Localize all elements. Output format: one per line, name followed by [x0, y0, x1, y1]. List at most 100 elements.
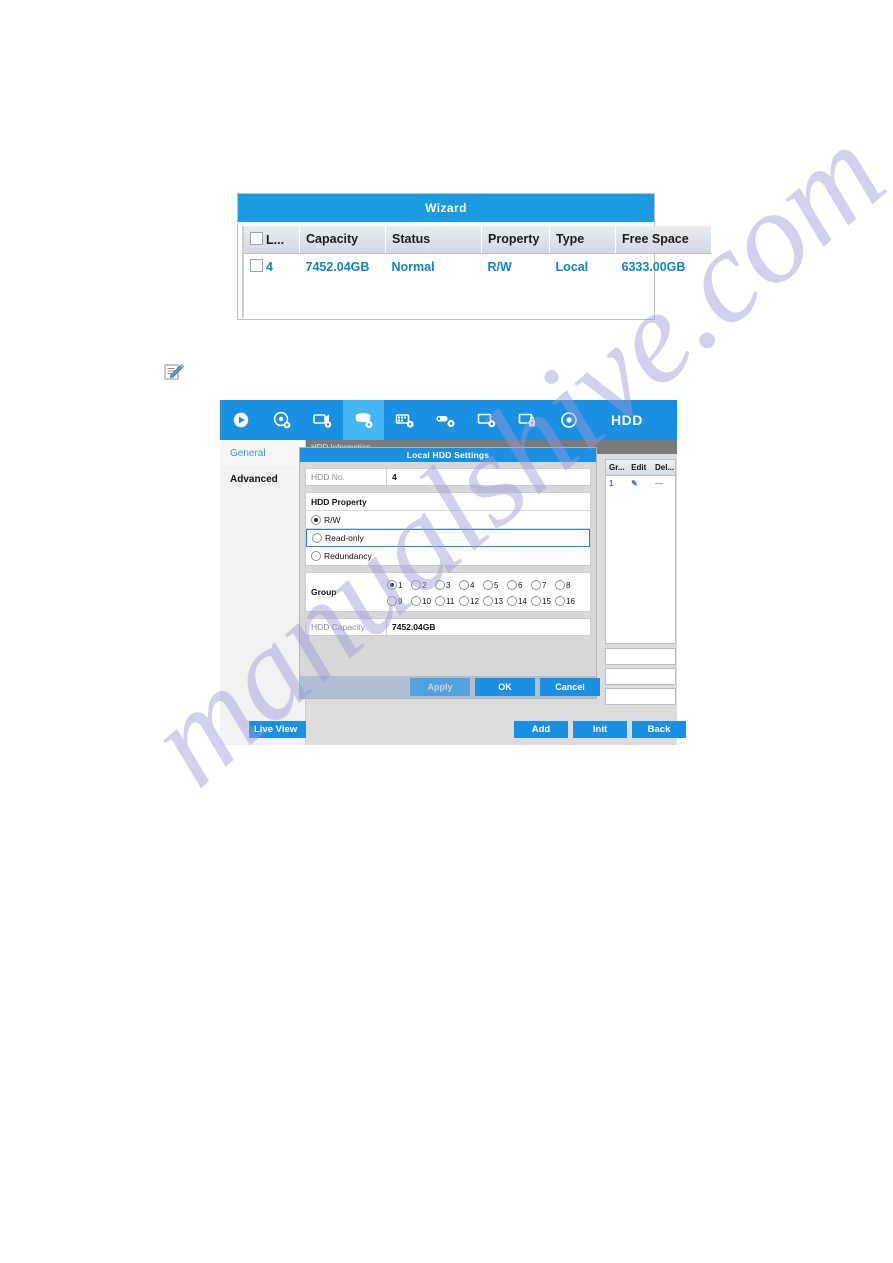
column-header-status: Status — [385, 226, 482, 254]
record-settings-icon[interactable] — [384, 400, 425, 440]
radio-label: Redundancy — [324, 551, 372, 561]
group-radio-15[interactable]: 15 — [531, 596, 555, 606]
group-radio-3[interactable]: 3 — [435, 580, 459, 590]
group-radio-8[interactable]: 8 — [555, 580, 579, 590]
group-radio-label: 16 — [566, 596, 575, 606]
radio-indicator[interactable] — [459, 596, 469, 606]
group-radio-2[interactable]: 2 — [411, 580, 435, 590]
ok-button[interactable]: OK — [475, 678, 535, 696]
column-header-type: Type — [549, 226, 616, 254]
add-button[interactable]: Add — [514, 721, 568, 738]
group-radio-5[interactable]: 5 — [483, 580, 507, 590]
radio-indicator[interactable] — [459, 580, 469, 590]
group-radio-label: 3 — [446, 580, 451, 590]
select-all-checkbox[interactable] — [250, 231, 263, 245]
radio-indicator[interactable] — [555, 596, 565, 606]
camera-settings-icon[interactable] — [302, 400, 343, 440]
init-button[interactable]: Init — [573, 721, 627, 738]
cell-group: 1 — [609, 478, 614, 488]
group-radio-13[interactable]: 13 — [483, 596, 507, 606]
top-navigation-bar: HDD — [220, 400, 677, 440]
system-settings-icon[interactable] — [507, 400, 548, 440]
column-header-text: L... — [266, 232, 285, 247]
hdd-settings-window: HDD General Advanced Live View HDD Infor… — [220, 400, 686, 745]
radio-indicator[interactable] — [507, 580, 517, 590]
dialog-body: HDD No. 4 HDD Property R/W Read-only Red… — [300, 462, 596, 636]
radio-indicator[interactable] — [483, 596, 493, 606]
row-checkbox[interactable] — [250, 259, 263, 272]
radio-option-read-only[interactable]: Read-only — [306, 529, 590, 547]
delete-icon[interactable]: — — [652, 479, 675, 488]
wizard-hdd-table: L... Capacity Status Property Type Free … — [244, 226, 712, 279]
radio-indicator[interactable] — [531, 580, 541, 590]
radio-indicator[interactable] — [311, 551, 321, 561]
hdd-settings-icon[interactable] — [343, 400, 384, 440]
group-radio-label: 7 — [542, 580, 547, 590]
group-radio-label: 13 — [494, 596, 503, 606]
radio-option-redundancy[interactable]: Redundancy — [306, 547, 590, 565]
radio-indicator[interactable] — [435, 580, 445, 590]
group-radio-label: 14 — [518, 596, 527, 606]
group-radio-9[interactable]: 9 — [387, 596, 411, 606]
group-radio-11[interactable]: 11 — [435, 596, 459, 606]
group-radio-1[interactable]: 1 — [387, 580, 411, 590]
radio-indicator[interactable] — [507, 596, 517, 606]
group-radio-4[interactable]: 4 — [459, 580, 483, 590]
dialog-title: Local HDD Settings — [300, 448, 596, 462]
radio-indicator[interactable] — [387, 580, 397, 590]
hdd-capacity-field: HDD Capacity 7452.04GB — [305, 618, 591, 636]
edit-pencil-icon[interactable]: ✎ — [628, 479, 652, 488]
radio-indicator[interactable] — [387, 596, 397, 606]
column-header-group: Gr... — [609, 463, 625, 472]
wizard-window: Wizard L... Capacity Status Property Typ… — [237, 193, 712, 320]
table-row[interactable]: 4 7452.04GB Normal R/W Local 6333.00GB — [244, 254, 712, 280]
group-radio-row-1: 1 2 3 4 5 6 7 8 — [387, 577, 590, 593]
export-icon[interactable] — [261, 400, 302, 440]
column-header-delete: Del... — [655, 463, 675, 472]
radio-option-rw[interactable]: R/W — [306, 511, 590, 529]
cell-type: Local — [555, 259, 589, 274]
group-radio-label: 4 — [470, 580, 475, 590]
network-settings-icon[interactable] — [466, 400, 507, 440]
menu-item-advanced[interactable]: Advanced — [220, 466, 305, 492]
group-radio-7[interactable]: 7 — [531, 580, 555, 590]
apply-button[interactable]: Apply — [410, 678, 470, 696]
alarm-settings-icon[interactable] — [425, 400, 466, 440]
radio-indicator[interactable] — [411, 580, 421, 590]
radio-indicator[interactable] — [435, 596, 445, 606]
content-row-box — [605, 688, 676, 705]
menu-item-general[interactable]: General — [220, 440, 305, 466]
cancel-button[interactable]: Cancel — [540, 678, 600, 696]
column-header-label: L... — [244, 226, 300, 254]
group-radio-label: 9 — [398, 596, 403, 606]
cell-capacity: 7452.04GB — [305, 259, 370, 274]
column-header-property: Property — [481, 226, 550, 254]
radio-indicator[interactable] — [531, 596, 541, 606]
column-header-capacity: Capacity — [299, 226, 386, 254]
radio-indicator[interactable] — [411, 596, 421, 606]
maintenance-icon[interactable] — [548, 400, 589, 440]
playback-icon[interactable] — [220, 400, 261, 440]
radio-label: Read-only — [325, 533, 364, 543]
hdd-no-value: 4 — [392, 472, 397, 482]
hdd-no-field: HDD No. 4 — [305, 468, 591, 486]
radio-indicator[interactable] — [483, 580, 493, 590]
column-header-edit: Edit — [631, 463, 647, 472]
radio-indicator[interactable] — [555, 580, 565, 590]
group-radio-label: 15 — [542, 596, 551, 606]
group-radio-14[interactable]: 14 — [507, 596, 531, 606]
content-row-box — [605, 648, 676, 665]
radio-indicator[interactable] — [311, 514, 321, 525]
group-radio-10[interactable]: 10 — [411, 596, 435, 606]
group-radio-label: 1 — [398, 580, 403, 590]
group-radio-row-2: 9 10 11 12 13 14 15 16 — [387, 593, 590, 609]
cell-label-text: 4 — [266, 260, 273, 274]
cell-status: Normal — [391, 259, 435, 274]
table-row[interactable]: 1 ✎ — — [606, 476, 675, 490]
group-radio-6[interactable]: 6 — [507, 580, 531, 590]
wizard-body: L... Capacity Status Property Type Free … — [238, 222, 712, 318]
group-radio-16[interactable]: 16 — [555, 596, 579, 606]
radio-indicator[interactable] — [312, 533, 322, 543]
back-button[interactable]: Back — [632, 721, 686, 738]
group-radio-12[interactable]: 12 — [459, 596, 483, 606]
